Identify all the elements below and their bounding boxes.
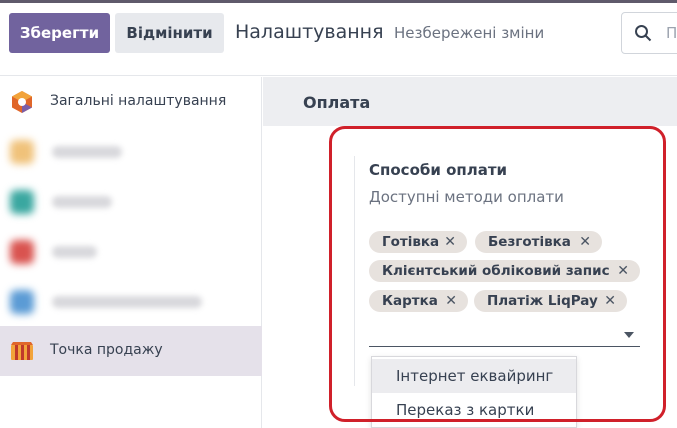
remove-tag-icon[interactable]: ✕ <box>617 263 629 279</box>
payment-tag-label: Безготівка <box>488 234 571 250</box>
payment-methods-subtitle: Доступні методи оплати <box>369 188 564 206</box>
sidebar-item-blurred[interactable] <box>0 177 262 227</box>
section-header: Оплата <box>263 77 677 126</box>
search-input[interactable]: П <box>621 12 677 54</box>
payment-tag-label: Картка <box>382 293 438 309</box>
dropdown-option[interactable]: Інтернет еквайринг <box>372 359 576 393</box>
unsaved-changes-indicator: Незбережені зміни <box>394 24 545 42</box>
sidebar-item-label: Загальні налаштування <box>50 93 227 109</box>
payment-tag: Клієнтський обліковий запис ✕ <box>369 260 640 282</box>
payment-tag-label: Платіж LiqPay <box>487 293 598 309</box>
setting-divider <box>354 156 355 386</box>
blurred-label <box>52 146 122 158</box>
point-of-sale-icon <box>11 342 33 360</box>
top-control-bar: Зберегти Відмінити Налаштування Незбереж… <box>0 0 677 76</box>
payment-tag-label: Клієнтський обліковий запис <box>382 263 610 279</box>
blurred-app-icon <box>10 240 34 264</box>
payment-methods-title: Способи оплати <box>369 161 508 179</box>
remove-tag-icon[interactable]: ✕ <box>445 293 457 309</box>
payment-methods-dropdown: Інтернет еквайринг Переказ з картки <box>371 356 577 428</box>
search-placeholder: П <box>666 24 677 42</box>
sidebar-item-general-settings[interactable]: Загальні налаштування <box>0 77 262 127</box>
sidebar-item-point-of-sale[interactable]: Точка продажу <box>0 326 262 376</box>
blurred-app-icon <box>10 190 34 214</box>
sidebar-item-blurred[interactable] <box>0 127 262 177</box>
dropdown-option[interactable]: Переказ з картки <box>372 393 576 427</box>
blurred-label <box>52 296 202 308</box>
sidebar-item-blurred[interactable] <box>0 277 262 327</box>
settings-sidebar: Загальні налаштування Точка продажу <box>0 77 262 428</box>
save-button[interactable]: Зберегти <box>9 13 110 53</box>
discard-button[interactable]: Відмінити <box>115 13 224 53</box>
remove-tag-icon[interactable]: ✕ <box>604 293 616 309</box>
payment-tag: Готівка ✕ <box>369 231 467 253</box>
payment-tag: Картка ✕ <box>369 290 468 312</box>
remove-tag-icon[interactable]: ✕ <box>444 234 456 250</box>
search-icon <box>635 25 652 42</box>
sidebar-item-blurred[interactable] <box>0 227 262 277</box>
blurred-label <box>52 196 112 208</box>
blurred-app-icon <box>10 140 34 164</box>
payment-tag-label: Готівка <box>382 234 440 250</box>
remove-tag-icon[interactable]: ✕ <box>579 234 591 250</box>
section-title: Оплата <box>303 93 371 112</box>
settings-app-icon <box>12 91 32 113</box>
payment-tag: Безготівка ✕ <box>475 231 602 253</box>
blurred-label <box>52 246 97 258</box>
chevron-down-icon[interactable] <box>624 332 634 338</box>
payment-methods-select[interactable] <box>369 346 640 347</box>
page-title: Налаштування <box>235 21 384 43</box>
sidebar-item-label: Точка продажу <box>50 342 163 358</box>
payment-tag: Платіж LiqPay ✕ <box>474 290 627 312</box>
blurred-app-icon <box>10 290 34 314</box>
